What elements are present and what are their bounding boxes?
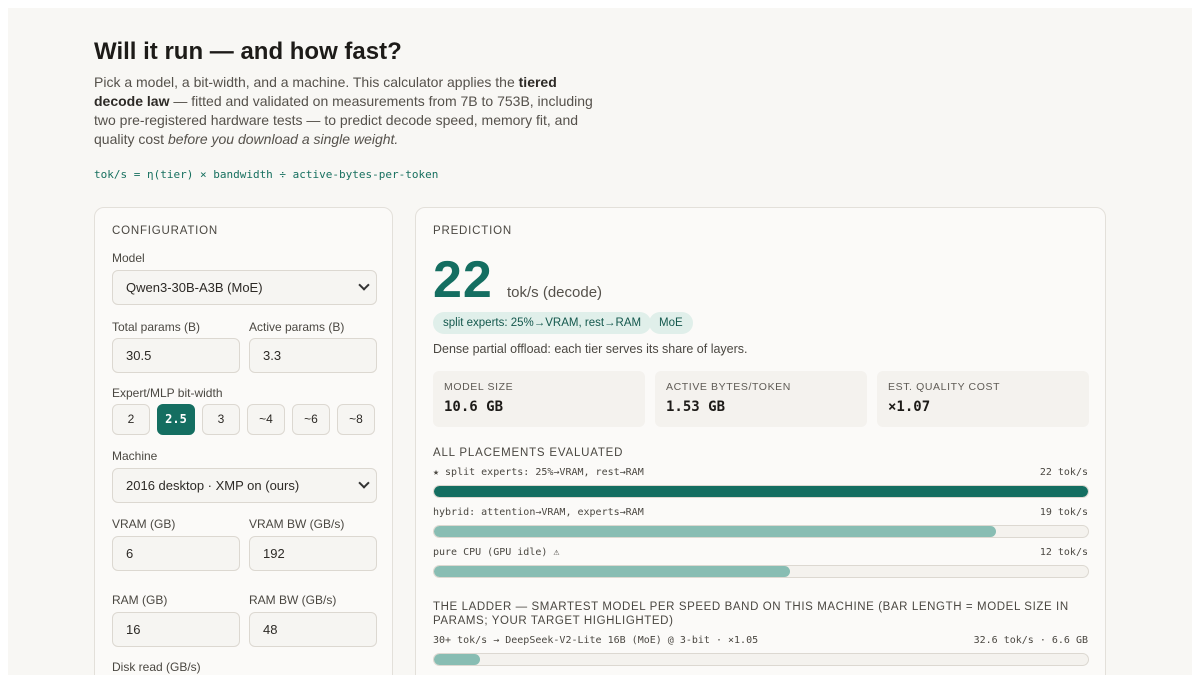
prediction-card: PREDICTION 22 tok/s (decode) split exper… (415, 207, 1106, 675)
ram-bw-input[interactable]: 48 (249, 612, 377, 647)
prediction-heading: PREDICTION (433, 225, 512, 237)
model-label: Model (112, 251, 145, 265)
configuration-heading: CONFIGURATION (112, 225, 219, 237)
placement-bar-track (433, 485, 1089, 498)
model-select-value: Qwen3-30B-A3B (MoE) (126, 280, 263, 295)
offload-note: Dense partial offload: each tier serves … (433, 342, 748, 356)
chevron-down-icon (358, 279, 370, 291)
vram-label: VRAM (GB) (112, 517, 176, 531)
stat-value: 10.6 GB (444, 399, 504, 415)
stat-quality-cost: EST. QUALITY COST ×1.07 (877, 371, 1089, 427)
placement-speed: 22 tok/s (1039, 467, 1088, 478)
placement-speed: 19 tok/s (1039, 507, 1088, 518)
configuration-card: CONFIGURATION Model Qwen3-30B-A3B (MoE) … (94, 207, 393, 675)
speed-value: 22 (433, 251, 493, 309)
bitwidth-option[interactable]: ~4 (247, 404, 285, 435)
placement-bar-track (433, 565, 1089, 578)
vram-bw-label: VRAM BW (GB/s) (249, 517, 345, 531)
intro-italic-text: before you download a single weight. (167, 131, 399, 147)
stat-label: EST. QUALITY COST (888, 381, 1001, 393)
active-params-input[interactable]: 3.3 (249, 338, 377, 373)
chevron-down-icon (358, 477, 370, 489)
stat-value: 1.53 GB (666, 399, 726, 415)
placement-name: hybrid: attention→VRAM, experts→RAM (433, 507, 644, 518)
bitwidth-label: Expert/MLP bit-width (112, 386, 223, 400)
ram-label: RAM (GB) (112, 593, 168, 607)
machine-select[interactable]: 2016 desktop · XMP on (ours) (112, 468, 377, 503)
total-params-label: Total params (B) (112, 320, 201, 334)
bitwidth-option[interactable]: ~8 (337, 404, 375, 435)
placement-bar-track (433, 525, 1089, 538)
ladder-bar-track (433, 653, 1089, 666)
machine-select-value: 2016 desktop · XMP on (ours) (126, 478, 300, 493)
speed-unit: tok/s (decode) (507, 284, 603, 301)
placement-speed: 12 tok/s (1039, 547, 1088, 558)
total-params-input[interactable]: 30.5 (112, 338, 240, 373)
placement-name: ★ split experts: 25%→VRAM, rest→RAM (433, 467, 644, 478)
ram-bw-label: RAM BW (GB/s) (249, 593, 337, 607)
placement-bar-fill (434, 566, 791, 577)
placements-heading: ALL PLACEMENTS EVALUATED (433, 447, 624, 459)
stat-model-size: MODEL SIZE 10.6 GB (433, 371, 645, 427)
intro-paragraph: Pick a model, a bit-width, and a machine… (94, 73, 604, 149)
moe-tag: MoE (649, 312, 693, 334)
ladder-heading: THE LADDER — SMARTEST MODEL PER SPEED BA… (433, 601, 1069, 627)
bitwidth-option[interactable]: 2 (112, 404, 150, 435)
ladder-row-stats: 32.6 tok/s · 6.6 GB (973, 635, 1088, 646)
stat-value: ×1.07 (888, 399, 931, 415)
calculator-page: Will it run — and how fast? Pick a model… (8, 8, 1192, 675)
ram-input[interactable]: 16 (112, 612, 240, 647)
formula: tok/s = η(tier) × bandwidth ÷ active-byt… (94, 168, 439, 181)
placement-name: pure CPU (GPU idle) ⚠ (433, 547, 560, 558)
placement-bar-fill (434, 526, 997, 537)
ladder-row-name: 30+ tok/s → DeepSeek-V2-Lite 16B (MoE) @… (433, 635, 759, 646)
placement-tag: split experts: 25%→VRAM, rest→RAM (433, 312, 652, 334)
machine-label: Machine (112, 449, 158, 463)
model-select[interactable]: Qwen3-30B-A3B (MoE) (112, 270, 377, 305)
bitwidth-option[interactable]: 2.5 (157, 404, 195, 435)
disk-read-label: Disk read (GB/s) (112, 660, 201, 674)
stat-label: ACTIVE BYTES/TOKEN (666, 381, 791, 393)
bitwidth-option[interactable]: 3 (202, 404, 240, 435)
stat-active-bytes: ACTIVE BYTES/TOKEN 1.53 GB (655, 371, 867, 427)
vram-input[interactable]: 6 (112, 536, 240, 571)
vram-bw-input[interactable]: 192 (249, 536, 377, 571)
stat-label: MODEL SIZE (444, 381, 514, 393)
intro-text: Pick a model, a bit-width, and a machine… (94, 74, 519, 90)
placement-bar-fill (434, 486, 1088, 497)
bitwidth-option[interactable]: ~6 (292, 404, 330, 435)
page-title: Will it run — and how fast? (94, 38, 402, 65)
ladder-bar-fill (434, 654, 480, 665)
active-params-label: Active params (B) (249, 320, 345, 334)
